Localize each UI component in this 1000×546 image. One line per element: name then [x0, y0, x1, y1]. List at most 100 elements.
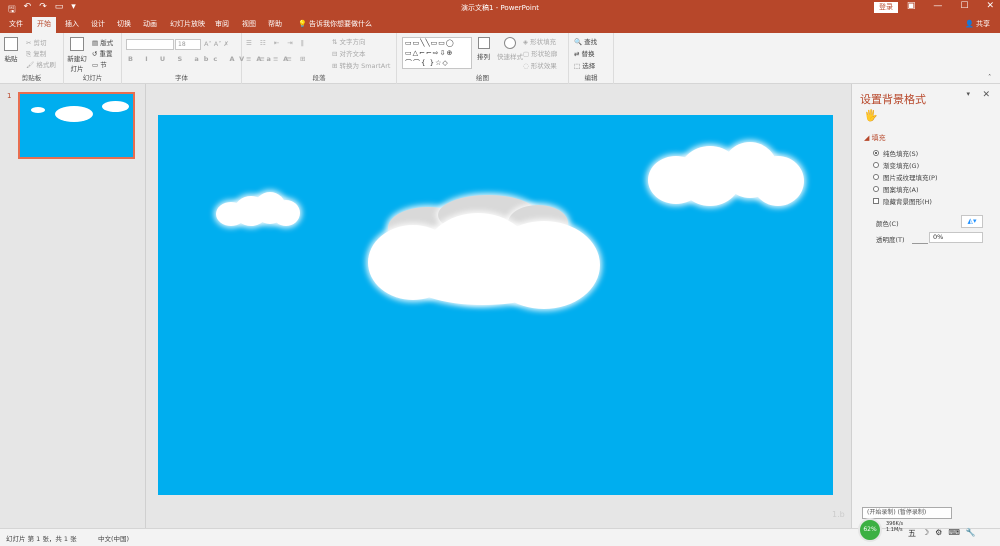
- keyboard-icon[interactable]: ⌨: [948, 528, 960, 539]
- ribbon-options-icon[interactable]: ▣: [907, 1, 916, 11]
- new-slide-button[interactable]: 新建幻灯片: [67, 37, 87, 73]
- shapes-gallery[interactable]: ▭▭╲╲▭▭◯ ▭△⌐⌐⇨⇩⊕ ⌒⌒{ }☆◇: [402, 37, 472, 69]
- font-group-label: 字体: [175, 74, 188, 82]
- new-slide-icon: [70, 37, 84, 51]
- tab-help[interactable]: 帮助: [268, 19, 282, 29]
- transparency-label: 透明度(T): [876, 236, 905, 244]
- screen-recorder-toolbar[interactable]: (开始录制) (暂停录制): [862, 507, 952, 519]
- copy-button[interactable]: ⎘ 复制: [26, 48, 46, 59]
- slide-count-status: 幻灯片 第 1 张，共 1 张: [6, 535, 77, 543]
- tab-insert[interactable]: 插入: [65, 19, 79, 29]
- select-button[interactable]: ⬚ 选择: [574, 60, 595, 70]
- editing-group: 🔍 查找 ⇄ 替换 ⬚ 选择 编辑: [569, 33, 614, 84]
- arrange-button[interactable]: 排列: [477, 37, 490, 61]
- fill-section-header[interactable]: ◢ 填充: [864, 133, 886, 143]
- tab-home[interactable]: 开始: [32, 17, 56, 33]
- text-direction-button[interactable]: ⇅ 文字方向: [332, 36, 366, 46]
- slides-group-label: 幻灯片: [82, 74, 103, 82]
- tab-view[interactable]: 视图: [242, 19, 256, 29]
- share-button[interactable]: 👤 共享: [965, 19, 990, 29]
- layout-button[interactable]: ▤ 版式: [92, 37, 113, 47]
- login-button[interactable]: 登录: [874, 2, 898, 13]
- pane-close-icon[interactable]: ✕: [982, 90, 990, 100]
- slide-number: 1: [7, 92, 12, 100]
- system-tray: 五 ☽ ⚙ ⌨ 🔧: [908, 528, 976, 539]
- shape-fill-button[interactable]: ◈ 形状填充: [523, 36, 556, 46]
- pane-options-icon[interactable]: ▾: [966, 90, 970, 98]
- section-button[interactable]: ▭ 节: [92, 59, 107, 69]
- ime-icon[interactable]: 五: [908, 528, 916, 539]
- hide-background-graphics-checkbox[interactable]: 隐藏背景图形(H): [873, 196, 932, 206]
- clipboard-group-label: 剪贴板: [21, 74, 42, 82]
- editing-group-label: 编辑: [584, 74, 598, 82]
- close-icon[interactable]: ✕: [986, 1, 994, 11]
- tell-me-search[interactable]: 💡 告诉我你想要做什么: [298, 19, 372, 29]
- color-picker-button[interactable]: ◭▾: [961, 215, 983, 228]
- tab-transitions[interactable]: 切换: [117, 19, 131, 29]
- quick-styles-icon: [504, 37, 516, 49]
- status-bar: 幻灯片 第 1 张，共 1 张 中文(中国): [0, 528, 1000, 546]
- shape-outline-button[interactable]: ▢ 形状轮廓: [523, 48, 557, 58]
- slide-thumbnail[interactable]: [18, 92, 135, 159]
- wrench-icon[interactable]: 🔧: [966, 528, 976, 539]
- ribbon-tabs: 文件 开始 插入 设计 切换 动画 幻灯片放映 审阅 视图 帮助 💡 告诉我你想…: [0, 16, 1000, 33]
- cut-button[interactable]: ✂ 剪切: [26, 37, 47, 47]
- person-icon: 👤: [965, 20, 974, 28]
- drawing-group-label: 绘图: [476, 74, 489, 82]
- slides-group: 新建幻灯片 ▤ 版式 ↺ 重置 ▭ 节 幻灯片: [64, 33, 122, 84]
- smartart-button[interactable]: ⊞ 转换为 SmartArt: [332, 60, 390, 70]
- tab-file[interactable]: 文件: [9, 19, 23, 29]
- pane-title: 设置背景格式: [860, 93, 926, 106]
- gradient-fill-radio[interactable]: 渐变填充(G): [873, 160, 919, 170]
- slide-thumbnail-panel: 1: [0, 84, 146, 528]
- align-text-button[interactable]: ⊟ 对齐文本: [332, 48, 366, 58]
- tab-review[interactable]: 审阅: [215, 19, 229, 29]
- replace-button[interactable]: ⇄ 替换: [574, 48, 595, 58]
- clipboard-group: 粘贴 ✂ 剪切 ⎘ 复制 🖌 格式刷 剪贴板: [0, 33, 64, 84]
- ribbon: 粘贴 ✂ 剪切 ⎘ 复制 🖌 格式刷 剪贴板 新建幻灯片 ▤ 版式 ↺ 重置 ▭…: [0, 33, 1000, 84]
- font-group: 18 A˄ A˅ ✗ B I U S abc AV Aa A 字体: [122, 33, 288, 84]
- align-buttons[interactable]: ≡ ≡ ≡ ≡ ⊞: [246, 55, 309, 63]
- paragraph-group-label: 段落: [312, 74, 326, 82]
- paste-icon: [4, 37, 18, 51]
- thumb-cloud-large: [55, 106, 93, 122]
- transparency-slider[interactable]: [912, 238, 928, 244]
- tab-animations[interactable]: 动画: [143, 19, 157, 29]
- picture-fill-radio[interactable]: 图片或纹理填充(P): [873, 172, 938, 182]
- transparency-input[interactable]: 0%: [929, 232, 983, 243]
- paint-bucket-icon: ◭: [967, 217, 973, 225]
- slide-canvas[interactable]: [158, 115, 833, 495]
- solid-fill-radio[interactable]: 纯色填充(S): [873, 148, 918, 158]
- quick-styles-button[interactable]: 快速样式: [497, 37, 523, 61]
- pattern-fill-radio[interactable]: 图案填充(A): [873, 184, 919, 194]
- language-status[interactable]: 中文(中国): [98, 533, 129, 543]
- find-button[interactable]: 🔍 查找: [574, 36, 597, 46]
- list-buttons[interactable]: ☰ ☷ ⇤ ⇥ ‖: [246, 39, 307, 47]
- font-name-input[interactable]: [126, 39, 174, 50]
- reset-button[interactable]: ↺ 重置: [92, 48, 113, 58]
- cloud-right[interactable]: [648, 142, 804, 210]
- paste-button[interactable]: 粘贴: [4, 37, 18, 63]
- watermark-icon: 1.b: [832, 510, 845, 519]
- settings-icon[interactable]: ⚙: [935, 528, 942, 539]
- moon-icon[interactable]: ☽: [922, 528, 929, 539]
- format-painter-button[interactable]: 🖌 格式刷: [26, 59, 56, 69]
- network-monitor-badge[interactable]: 62%: [858, 518, 882, 542]
- lightbulb-icon: 💡: [298, 20, 307, 28]
- tab-slideshow[interactable]: 幻灯片放映: [170, 19, 205, 29]
- thumb-cloud-small: [31, 107, 45, 113]
- font-grow-shrink-buttons[interactable]: A˄ A˅ ✗: [204, 40, 229, 48]
- cloud-small-left[interactable]: [216, 192, 302, 228]
- arrange-icon: [477, 37, 490, 49]
- shape-effects-button[interactable]: ◌ 形状效果: [523, 60, 557, 70]
- cloud-large-center[interactable]: [368, 195, 602, 310]
- window-title: 演示文稿1 - PowerPoint: [461, 4, 539, 12]
- collapse-ribbon-icon[interactable]: ˄: [988, 73, 991, 81]
- minimize-icon[interactable]: —: [933, 1, 942, 11]
- maximize-icon[interactable]: ☐: [960, 1, 968, 11]
- title-bar: 🖫 ↶ ↷ ▭ ▾ 演示文稿1 - PowerPoint 登录 ▣ — ☐ ✕: [0, 0, 1000, 16]
- font-size-input[interactable]: 18: [175, 39, 201, 50]
- tab-design[interactable]: 设计: [91, 19, 105, 29]
- fill-bucket-icon[interactable]: 🖐: [864, 109, 878, 122]
- radio-selected: [873, 150, 879, 156]
